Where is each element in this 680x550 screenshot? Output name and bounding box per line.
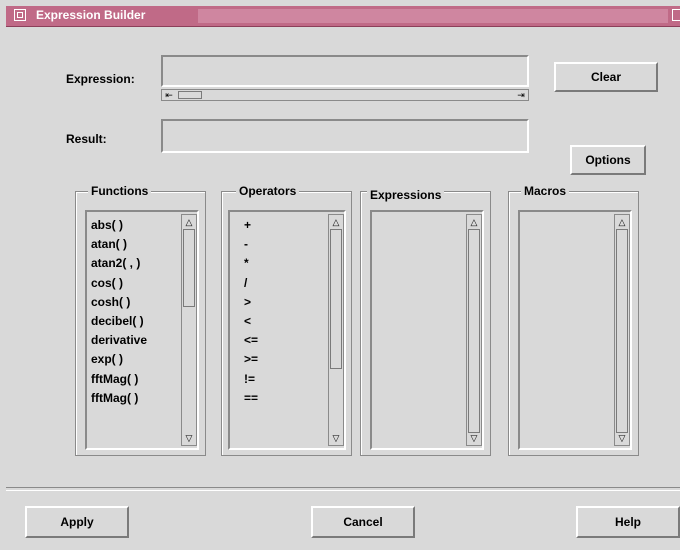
- scroll-down-icon[interactable]: ▽: [329, 431, 343, 445]
- scroll-down-icon[interactable]: ▽: [182, 431, 196, 445]
- list-item[interactable]: derivative: [91, 331, 147, 350]
- scroll-up-icon[interactable]: △: [615, 215, 629, 229]
- operators-items: + - * / > < <= >= != ==: [244, 216, 258, 408]
- list-item[interactable]: -: [244, 235, 258, 254]
- list-item[interactable]: decibel( ): [91, 312, 147, 331]
- scroll-up-icon[interactable]: △: [467, 215, 481, 229]
- list-item[interactable]: fftMag( ): [91, 389, 147, 408]
- list-item[interactable]: >: [244, 293, 258, 312]
- scroll-up-icon[interactable]: △: [329, 215, 343, 229]
- expressions-group: Expressions △ ▽: [360, 188, 491, 456]
- list-item[interactable]: atan2( , ): [91, 254, 147, 273]
- help-button[interactable]: Help: [576, 506, 680, 538]
- macros-title: Macros: [521, 184, 570, 198]
- operators-group: Operators + - * / > < <= >= != == △ ▽: [221, 184, 352, 456]
- window-menu-icon[interactable]: [14, 9, 26, 21]
- list-item[interactable]: !=: [244, 370, 258, 389]
- expression-input[interactable]: [161, 55, 529, 87]
- scrollbar-thumb[interactable]: [178, 91, 202, 99]
- macros-list[interactable]: △ ▽: [518, 210, 632, 450]
- scrollbar-thumb[interactable]: [330, 229, 342, 369]
- scrollbar-thumb[interactable]: [468, 229, 480, 433]
- scroll-right-icon[interactable]: ⇥: [514, 90, 528, 100]
- functions-list[interactable]: abs( ) atan( ) atan2( , ) cos( ) cosh( )…: [85, 210, 199, 450]
- scrollbar-thumb[interactable]: [183, 229, 195, 307]
- operators-vscrollbar[interactable]: △ ▽: [328, 214, 344, 446]
- clear-button[interactable]: Clear: [554, 62, 658, 92]
- scroll-left-icon[interactable]: ⇤: [162, 90, 176, 100]
- result-label: Result:: [66, 132, 107, 146]
- apply-button[interactable]: Apply: [25, 506, 129, 538]
- expressions-title: Expressions: [367, 188, 445, 202]
- list-item[interactable]: ==: [244, 389, 258, 408]
- operators-title: Operators: [236, 184, 300, 198]
- operators-list[interactable]: + - * / > < <= >= != == △ ▽: [228, 210, 346, 450]
- separator: [6, 487, 680, 491]
- functions-vscrollbar[interactable]: △ ▽: [181, 214, 197, 446]
- expressions-vscrollbar[interactable]: △ ▽: [466, 214, 482, 446]
- macros-vscrollbar[interactable]: △ ▽: [614, 214, 630, 446]
- cancel-button[interactable]: Cancel: [311, 506, 415, 538]
- options-button[interactable]: Options: [570, 145, 646, 175]
- close-icon[interactable]: [672, 9, 680, 21]
- scroll-down-icon[interactable]: ▽: [615, 431, 629, 445]
- list-item[interactable]: /: [244, 274, 258, 293]
- list-item[interactable]: cosh( ): [91, 293, 147, 312]
- title-bar: Expression Builder: [6, 6, 680, 27]
- list-item[interactable]: fftMag( ): [91, 370, 147, 389]
- scrollbar-thumb[interactable]: [616, 229, 628, 433]
- window-title: Expression Builder: [36, 8, 146, 22]
- functions-title: Functions: [88, 184, 152, 198]
- expressions-list[interactable]: △ ▽: [370, 210, 484, 450]
- list-item[interactable]: abs( ): [91, 216, 147, 235]
- list-item[interactable]: +: [244, 216, 258, 235]
- expression-label: Expression:: [66, 72, 135, 86]
- expression-hscrollbar[interactable]: ⇤ ⇥: [161, 89, 529, 101]
- scroll-up-icon[interactable]: △: [182, 215, 196, 229]
- list-item[interactable]: <: [244, 312, 258, 331]
- result-field: [161, 119, 529, 153]
- list-item[interactable]: atan( ): [91, 235, 147, 254]
- functions-items: abs( ) atan( ) atan2( , ) cos( ) cosh( )…: [91, 216, 147, 408]
- title-bar-fill: [198, 9, 668, 23]
- list-item[interactable]: <=: [244, 331, 258, 350]
- list-item[interactable]: exp( ): [91, 350, 147, 369]
- list-item[interactable]: >=: [244, 350, 258, 369]
- list-item[interactable]: cos( ): [91, 274, 147, 293]
- macros-group: Macros △ ▽: [508, 184, 639, 456]
- functions-group: Functions abs( ) atan( ) atan2( , ) cos(…: [75, 184, 206, 456]
- list-item[interactable]: *: [244, 254, 258, 273]
- scroll-down-icon[interactable]: ▽: [467, 431, 481, 445]
